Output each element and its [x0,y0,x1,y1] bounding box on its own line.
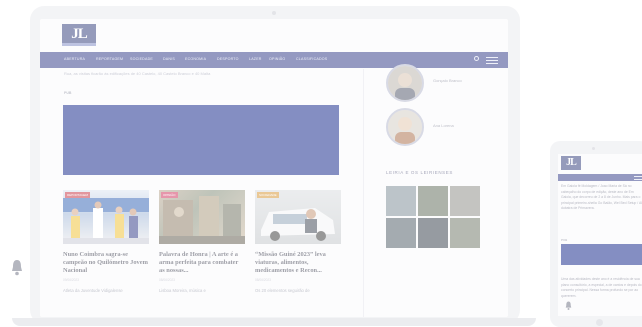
news-card-date: 08/06/2023 [159,278,175,282]
gallery-thumb[interactable] [386,186,416,216]
notification-bell-icon[interactable] [565,301,572,311]
author-avatar[interactable] [386,64,424,102]
category-tag[interactable]: OPINIÃO [161,192,178,198]
phone-home-button[interactable] [596,319,603,326]
gallery-thumb[interactable] [386,218,416,248]
gallery-thumb[interactable] [418,218,448,248]
section-title: LEIRIA E OS LEIRIENSES [386,170,453,175]
nav-item-abertura[interactable]: ABERTURA [64,57,85,61]
article-intro-text: Em Gaiola fé Moldagem / Joao Maria de Sá… [561,184,642,210]
news-card-title[interactable]: “Missão Guiné 2023” leva viaturas, alime… [255,251,341,275]
nav-item-desporto[interactable]: DESPORTO [217,57,239,61]
news-card[interactable]: SOCIEDADE “Missão Guiné 2023” leva viatu… [255,190,341,293]
hamburger-icon[interactable] [486,57,498,64]
nav-item-lazer[interactable]: LAZER [249,57,262,61]
phone-camera [592,147,595,150]
site-logo[interactable]: JL [561,156,581,170]
news-card-excerpt: Lisboa Moreira, música e [159,288,206,293]
news-card[interactable]: REPORTAGEM Nuno Coimbra sagra-se campeão… [63,190,149,293]
category-tag[interactable]: REPORTAGEM [65,192,91,198]
category-tag[interactable]: SOCIEDADE [257,192,279,198]
phone-screen: JL Em Gaiola fé Moldagem / Joao Maria de… [558,154,642,316]
search-icon[interactable] [474,56,479,61]
news-card-excerpt: Atleta da Juventude Vidigalense [63,288,123,293]
news-card-date: 08/06/2023 [255,278,271,282]
author-avatar[interactable] [386,108,424,146]
news-card-image[interactable]: REPORTAGEM [63,190,149,244]
art-photo [159,196,245,244]
news-card-title[interactable]: Nuno Coimbra sagra-se campeão no Quilóme… [63,251,149,275]
gallery-thumb[interactable] [418,186,448,216]
ad-banner[interactable] [561,244,642,265]
site-logo[interactable]: JL [62,24,96,46]
laptop-base [12,318,536,326]
article-body-text: Uma das atividades deste ano é a residên… [561,277,642,298]
news-card-title[interactable]: Palavra de Honra | A arte é a arma perfe… [159,251,245,275]
vehicle-photo [261,208,335,241]
ad-label: PUB [561,238,568,242]
ad-label: PUB [64,91,72,95]
news-card-image[interactable]: SOCIEDADE [255,190,341,244]
laptop-screen: JL ABERTURA REPORTAGEM SOCIEDADE DANIS E… [40,19,508,317]
news-card-excerpt: Os 20 elementos seguirão de [255,288,310,293]
nav-item-classificados[interactable]: CLASSIFICADOS [296,57,327,61]
athletes-photo [63,198,149,244]
gallery-thumb[interactable] [450,186,480,216]
article-snippet: Rua, as visitas ficarão às edificações d… [64,71,211,76]
gallery-thumb[interactable] [450,218,480,248]
news-card-image[interactable]: OPINIÃO [159,190,245,244]
nav-item-sociedade[interactable]: SOCIEDADE [130,57,153,61]
nav-item-opiniao[interactable]: OPINIÃO [269,57,285,61]
hamburger-icon[interactable] [634,176,642,180]
mobile-navigation [558,174,642,181]
author-name[interactable]: Ana Lorena [433,123,454,128]
news-card[interactable]: OPINIÃO Palavra de Honra | A arte é a ar… [159,190,245,293]
laptop-camera [272,11,276,15]
nav-item-danis[interactable]: DANIS [163,57,175,61]
logo-text: JL [71,26,87,42]
main-navigation: ABERTURA REPORTAGEM SOCIEDADE DANIS ECON… [40,52,508,68]
column-divider [363,69,364,317]
news-card-date: 09/06/2023 [63,278,79,282]
author-name[interactable]: Gonçalo Branco [433,78,462,83]
notification-bell-icon[interactable] [11,259,23,277]
ad-banner[interactable] [63,105,339,175]
nav-item-reportagem[interactable]: REPORTAGEM [96,57,123,61]
nav-item-economia[interactable]: ECONOMIA [185,57,206,61]
